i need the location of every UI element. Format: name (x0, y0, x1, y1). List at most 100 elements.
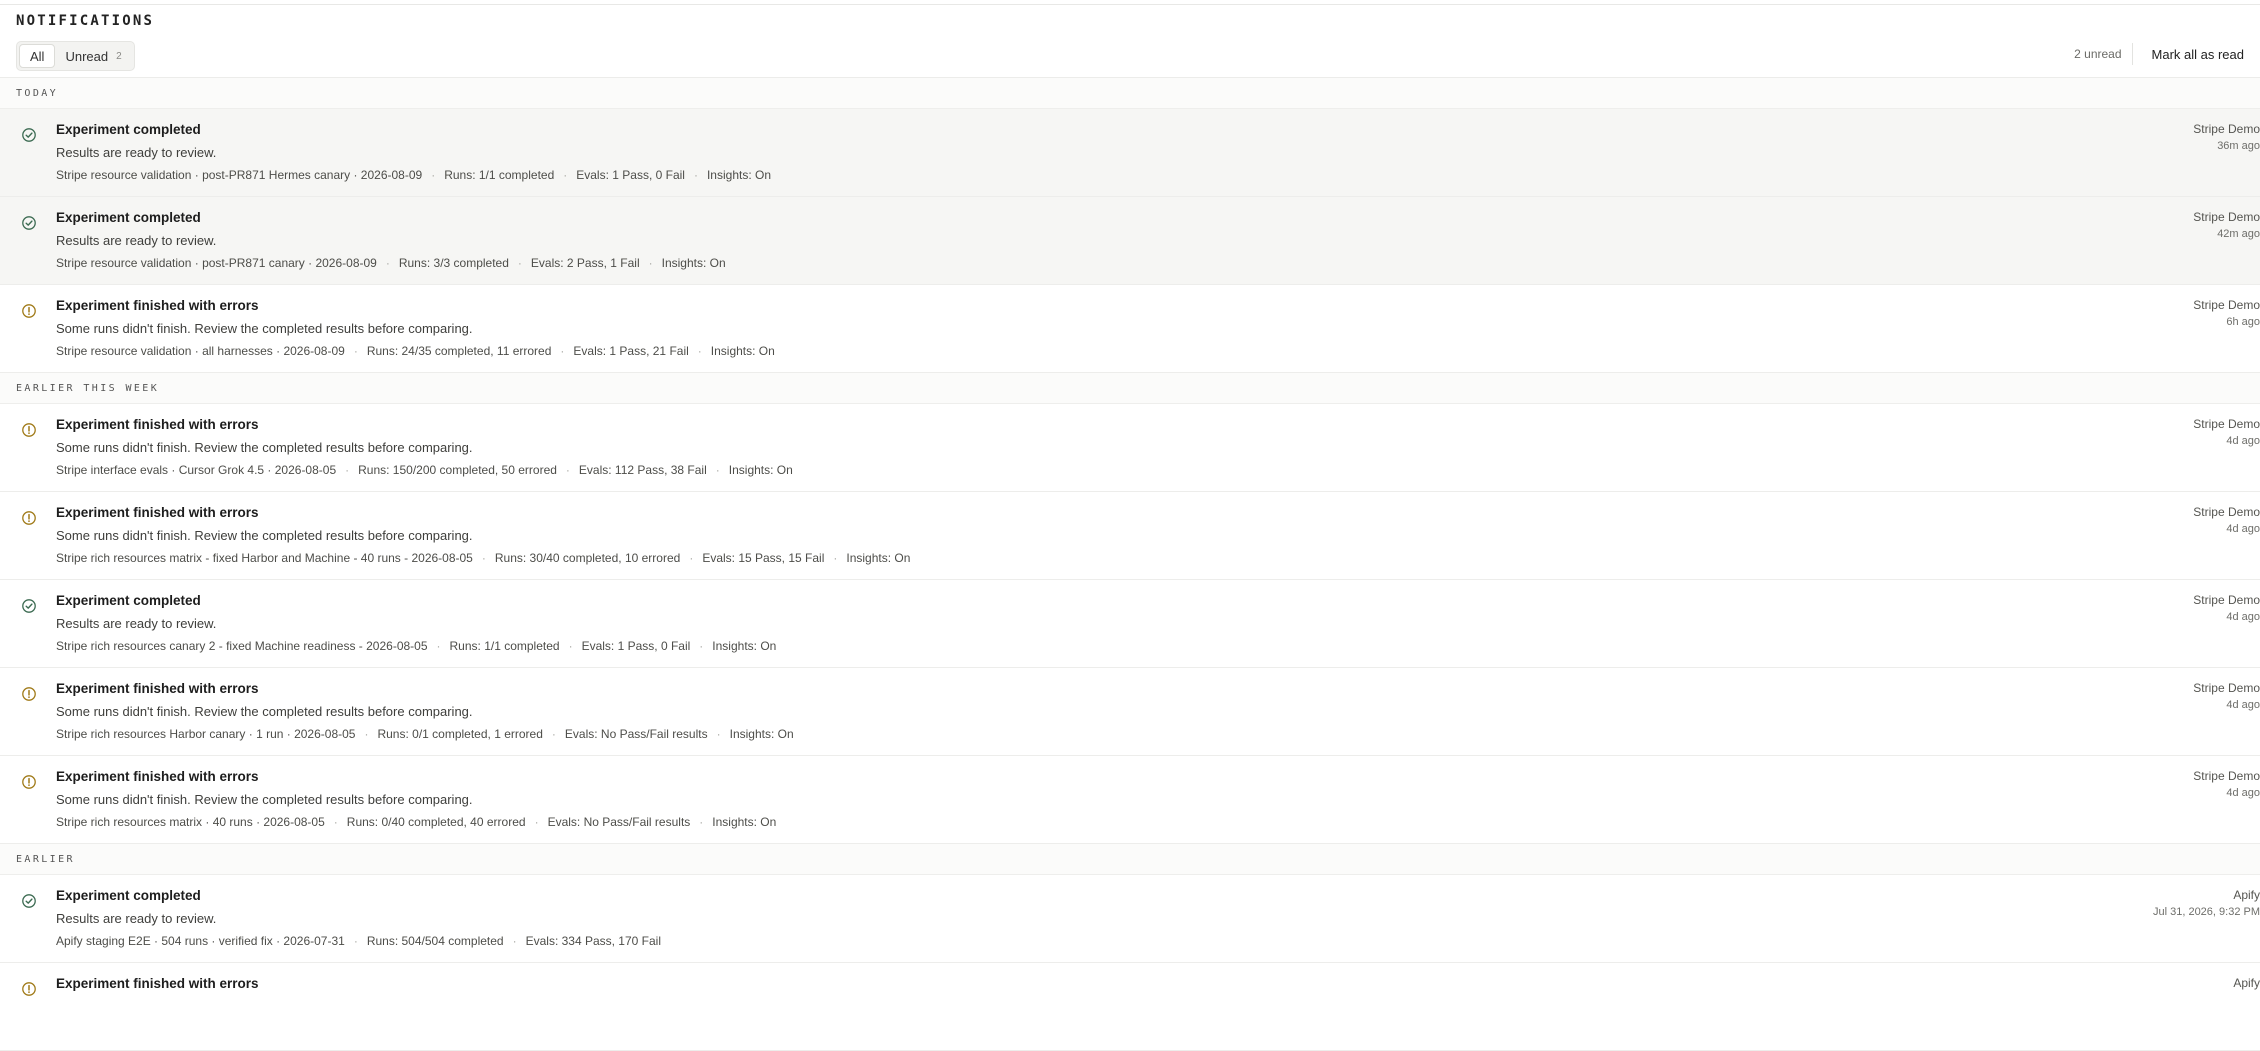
meta-item: Evals: 1 Pass, 21 Fail (573, 344, 689, 358)
tab-all[interactable]: All (19, 44, 56, 68)
check-circle-icon (21, 893, 37, 909)
meta-item: Insights: On (712, 639, 777, 653)
meta-item: Runs: 0/1 completed, 1 errored (377, 727, 543, 741)
meta-item: Evals: 334 Pass, 170 Fail (525, 934, 661, 948)
notification-title: Experiment completed (56, 210, 201, 225)
notification-title: Experiment finished with errors (56, 298, 259, 313)
notification-row[interactable]: Experiment finished with errors Some runs… (0, 756, 2260, 844)
notification-time: Jul 31, 2026, 9:32 PM (2152, 906, 2260, 918)
check-circle-icon (21, 127, 37, 143)
meta-separator: · (517, 256, 522, 270)
warning-circle-icon (21, 422, 37, 438)
meta-separator: · (693, 168, 698, 182)
notification-description: Some runs didn't finish. Review the comp… (56, 792, 473, 807)
meta-item: Stripe resource validation · all harness… (56, 344, 345, 358)
meta-separator: · (699, 815, 704, 829)
warning-circle-icon (21, 981, 37, 997)
meta-separator: · (436, 639, 441, 653)
notification-source: Apify (2233, 976, 2260, 990)
notification-time: 4d ago (2226, 611, 2260, 623)
mark-all-read-button[interactable]: Mark all as read (2133, 47, 2244, 62)
meta-item: Evals: 112 Pass, 38 Fail (578, 463, 707, 477)
notification-title: Experiment finished with errors (56, 505, 259, 520)
notification-source: Stripe Demo (2193, 769, 2260, 783)
meta-separator: · (715, 463, 720, 477)
meta-separator: · (563, 168, 568, 182)
meta-separator: · (551, 727, 556, 741)
notification-row[interactable]: Experiment finished with errors Some runs… (0, 492, 2260, 580)
meta-item: Stripe resource validation · post-PR871 … (56, 256, 377, 270)
page-title: NOTIFICATIONS (16, 13, 155, 29)
notification-time: 36m ago (2217, 140, 2260, 152)
meta-separator: · (481, 551, 486, 565)
notification-row[interactable]: Experiment completed Results are ready to… (0, 580, 2260, 668)
notification-meta: Stripe resource validation · all harness… (56, 344, 775, 358)
notification-source: Stripe Demo (2193, 417, 2260, 431)
meta-separator: · (345, 463, 350, 477)
notification-title: Experiment finished with errors (56, 976, 259, 991)
notification-row[interactable]: Experiment completed Results are ready to… (0, 875, 2260, 963)
meta-separator: · (568, 639, 573, 653)
meta-separator: · (431, 168, 436, 182)
meta-item: Evals: No Pass/Fail results (564, 727, 708, 741)
header-actions: 2 unread Mark all as read (2074, 42, 2244, 66)
meta-item: Insights: On (710, 344, 775, 358)
warning-circle-icon (21, 686, 37, 702)
meta-item: Runs: 3/3 completed (398, 256, 509, 270)
meta-item: Insights: On (712, 815, 777, 829)
notification-meta: Stripe resource validation · post-PR871 … (56, 168, 771, 182)
meta-item: Insights: On (846, 551, 911, 565)
check-circle-icon (21, 215, 37, 231)
meta-separator: · (697, 344, 702, 358)
meta-item: Stripe rich resources canary 2 - fixed M… (56, 639, 428, 653)
notification-time: 4d ago (2226, 787, 2260, 799)
notification-description: Results are ready to review. (56, 911, 217, 926)
notification-row[interactable]: Experiment finished with errors Apify (0, 963, 2260, 1051)
meta-item: Runs: 0/40 completed, 40 errored (346, 815, 526, 829)
notification-title: Experiment completed (56, 122, 201, 137)
notification-description: Results are ready to review. (56, 233, 217, 248)
notification-row[interactable]: Experiment finished with errors Some runs… (0, 668, 2260, 756)
meta-item: Insights: On (706, 168, 771, 182)
meta-separator: · (648, 256, 653, 270)
notification-row[interactable]: Experiment finished with errors Some runs… (0, 285, 2260, 373)
section-header: EARLIER THIS WEEK (0, 373, 2260, 404)
meta-item: Runs: 1/1 completed (449, 639, 560, 653)
notification-meta: Stripe rich resources matrix - fixed Har… (56, 551, 910, 565)
notification-title: Experiment finished with errors (56, 681, 259, 696)
meta-item: Evals: 15 Pass, 15 Fail (702, 551, 825, 565)
warning-circle-icon (21, 510, 37, 526)
notification-row[interactable]: Experiment finished with errors Some runs… (0, 404, 2260, 492)
notification-description: Some runs didn't finish. Review the comp… (56, 704, 473, 719)
unread-count-label: 2 unread (2074, 43, 2133, 65)
notification-description: Some runs didn't finish. Review the comp… (56, 528, 473, 543)
meta-separator: · (689, 551, 694, 565)
meta-item: Runs: 504/504 completed (366, 934, 504, 948)
notification-time: 4d ago (2226, 523, 2260, 535)
notification-source: Stripe Demo (2193, 122, 2260, 136)
notification-source: Stripe Demo (2193, 505, 2260, 519)
meta-separator: · (353, 344, 358, 358)
warning-circle-icon (21, 303, 37, 319)
meta-separator: · (364, 727, 369, 741)
notification-row[interactable]: Experiment completed Results are ready to… (0, 197, 2260, 285)
notification-source: Stripe Demo (2193, 681, 2260, 695)
notification-row[interactable]: Experiment completed Results are ready to… (0, 109, 2260, 197)
tab-unread[interactable]: Unread 2 (55, 45, 131, 67)
section-header: TODAY (0, 78, 2260, 109)
tab-all-label: All (30, 48, 45, 64)
meta-item: Evals: 1 Pass, 0 Fail (576, 168, 685, 182)
meta-item: Runs: 1/1 completed (444, 168, 555, 182)
meta-separator: · (333, 815, 338, 829)
notification-meta: Stripe rich resources matrix · 40 runs ·… (56, 815, 776, 829)
meta-separator: · (353, 934, 358, 948)
notification-source: Stripe Demo (2193, 210, 2260, 224)
filter-tabs: All Unread 2 (16, 41, 135, 71)
notification-title: Experiment completed (56, 593, 201, 608)
notification-time: 42m ago (2217, 228, 2260, 240)
meta-item: Runs: 24/35 completed, 11 errored (366, 344, 552, 358)
meta-separator: · (565, 463, 570, 477)
meta-item: Insights: On (728, 463, 793, 477)
meta-item: Stripe resource validation · post-PR871 … (56, 168, 423, 182)
check-circle-icon (21, 598, 37, 614)
